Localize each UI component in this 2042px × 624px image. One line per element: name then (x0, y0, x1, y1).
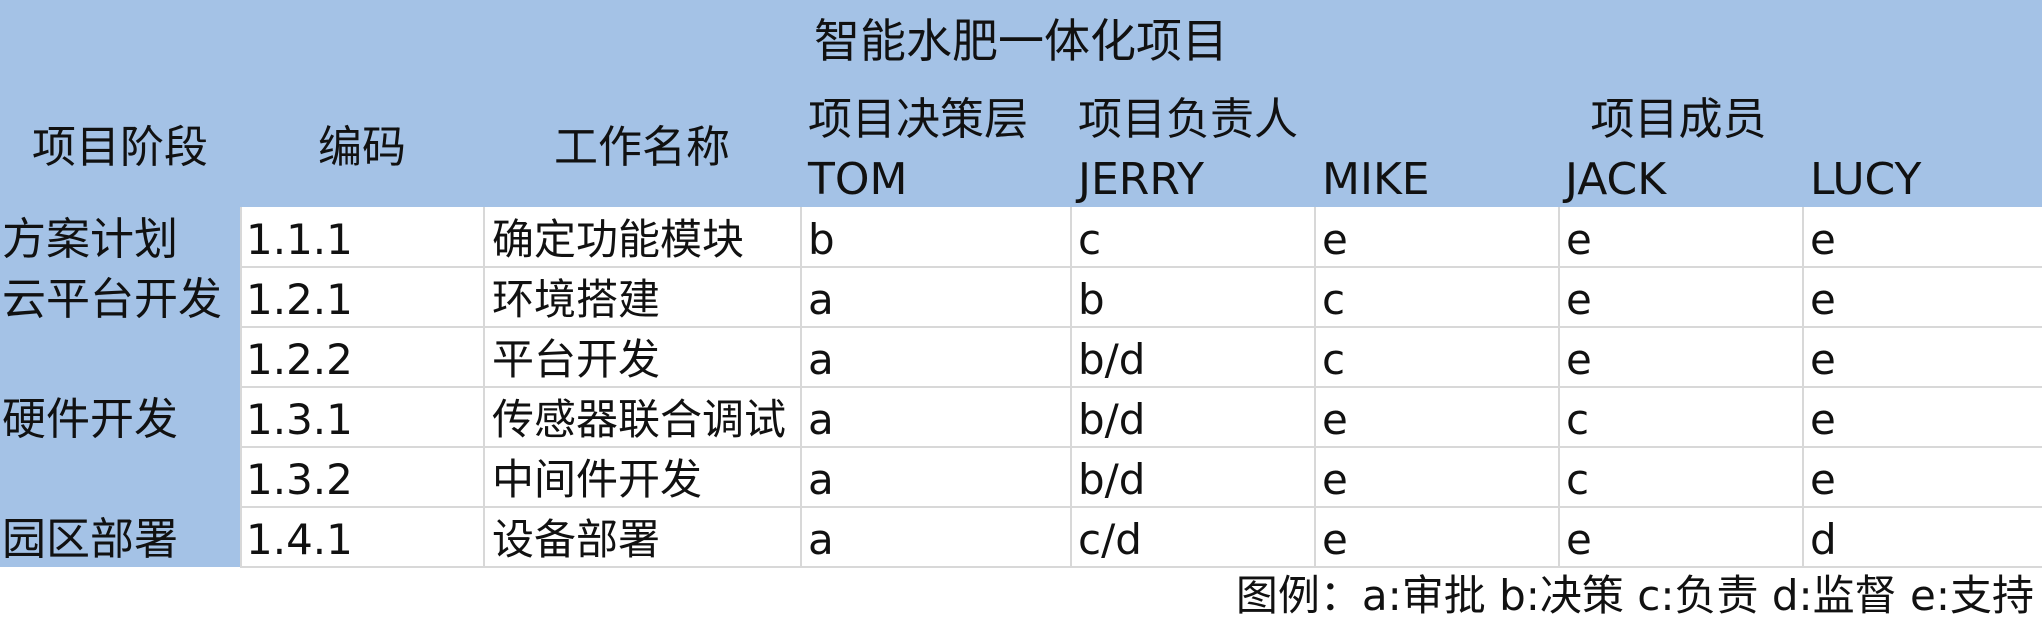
cell-role: e (1810, 455, 1836, 504)
cell-task: 平台开发 (492, 335, 661, 384)
cell-role: c (1078, 215, 1102, 264)
cell-role: e (1566, 515, 1592, 564)
cell-task: 确定功能模块 (492, 215, 745, 264)
cell-role: e (1566, 215, 1592, 264)
cell-role: b (1078, 275, 1105, 324)
cell-code: 1.2.1 (246, 275, 353, 324)
header-decision-group: 项目决策层 (808, 94, 1028, 145)
cell-role: e (1810, 395, 1836, 444)
cell-role: a (808, 275, 834, 324)
cell-code: 1.4.1 (246, 515, 353, 564)
cell-role: d (1810, 515, 1837, 564)
cell-role: e (1322, 215, 1348, 264)
cell-role: a (808, 515, 834, 564)
header-person-mike: MIKE (1322, 154, 1430, 205)
cell-role: e (1566, 335, 1592, 384)
header-members-group: 项目成员 (1590, 94, 1767, 145)
cell-role: b/d (1078, 455, 1146, 504)
header-person-jack: JACK (1565, 154, 1667, 205)
stage-label: 方案计划 (2, 214, 178, 265)
cell-role: a (808, 335, 834, 384)
cell-code: 1.1.1 (246, 215, 353, 264)
stage-label: 硬件开发 (2, 394, 178, 445)
cell-role: e (1322, 515, 1348, 564)
cell-role: a (808, 455, 834, 504)
cell-task: 环境搭建 (492, 275, 661, 324)
header-person-lucy: LUCY (1810, 154, 1922, 205)
cell-role: c (1322, 335, 1346, 384)
header-task: 工作名称 (554, 122, 730, 173)
cell-task: 中间件开发 (492, 455, 703, 504)
cell-code: 1.3.1 (246, 395, 353, 444)
stage-label: 园区部署 (2, 514, 178, 565)
cell-role: c/d (1078, 515, 1142, 564)
cell-task: 传感器联合调试 (492, 395, 787, 444)
cell-role: c (1322, 275, 1346, 324)
header-person-jerry: JERRY (1078, 154, 1204, 205)
cell-role: b/d (1078, 395, 1146, 444)
cell-role: e (1322, 395, 1348, 444)
sheet-title: 智能水肥一体化项目 (814, 14, 1228, 68)
cell-role: c (1566, 455, 1590, 504)
stage-label: 云平台开发 (2, 274, 222, 325)
header-person-tom: TOM (808, 154, 908, 205)
cell-role: b (808, 215, 835, 264)
header-owner-group: 项目负责人 (1078, 94, 1298, 145)
cell-code: 1.3.2 (246, 455, 353, 504)
cell-role: e (1810, 275, 1836, 324)
cell-code: 1.2.2 (246, 335, 353, 384)
header-stage: 项目阶段 (32, 122, 208, 173)
cell-role: c (1566, 395, 1590, 444)
cell-task: 设备部署 (492, 515, 661, 564)
cell-role: e (1810, 215, 1836, 264)
cell-role: e (1566, 275, 1592, 324)
legend: 图例：a:审批 b:决策 c:负责 d:监督 e:支持 (1235, 571, 2034, 620)
cell-role: b/d (1078, 335, 1146, 384)
cell-role: e (1810, 335, 1836, 384)
cell-role: e (1322, 455, 1348, 504)
cell-role: a (808, 395, 834, 444)
raci-matrix: 智能水肥一体化项目 项目阶段 编码 工作名称 项目决策层 项目负责人 项目成员 … (0, 0, 2042, 620)
header-code: 编码 (318, 122, 406, 173)
